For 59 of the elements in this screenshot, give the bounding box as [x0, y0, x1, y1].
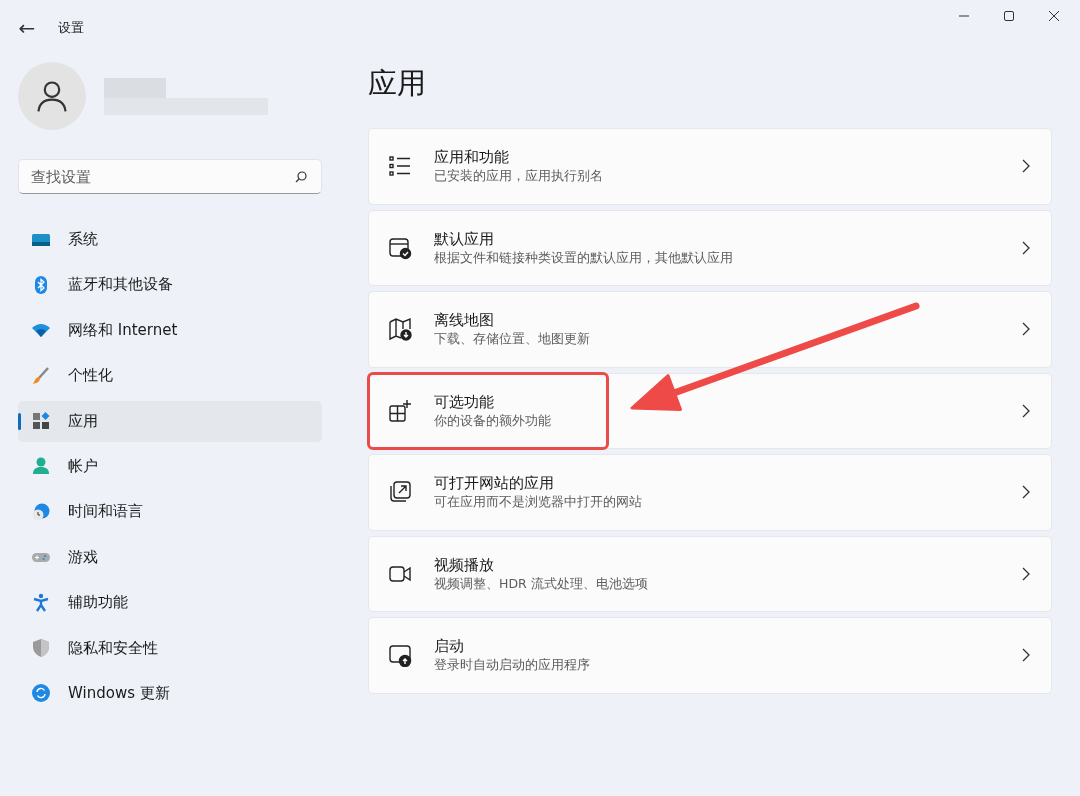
refresh-icon — [31, 683, 51, 704]
sidebar-item[interactable]: 游戏 — [18, 536, 322, 578]
settings-card[interactable]: 启动 登录时自动启动的应用程序 — [368, 617, 1052, 694]
search-icon — [294, 170, 308, 184]
settings-card[interactable]: 视频播放 视频调整、HDR 流式处理、电池选项 — [368, 535, 1052, 612]
sidebar-item[interactable]: 个性化 — [18, 355, 322, 397]
sidebar-item[interactable]: 隐私和安全性 — [18, 627, 322, 669]
chevron-right-icon — [1021, 648, 1031, 663]
settings-card[interactable]: 离线地图 下载、存储位置、地图更新 — [368, 291, 1052, 368]
globe-clock-icon — [31, 501, 51, 522]
card-title: 离线地图 — [434, 311, 495, 331]
chevron-right-icon — [1021, 403, 1031, 418]
card-subtitle: 视频调整、HDR 流式处理、电池选项 — [434, 574, 649, 593]
card-title: 默认应用 — [434, 229, 495, 249]
map-download-icon — [388, 317, 412, 342]
card-title: 启动 — [434, 637, 465, 657]
sidebar-item[interactable]: 辅助功能 — [18, 582, 322, 624]
window-title: 设置 — [58, 18, 84, 37]
sidebar-item[interactable]: 时间和语言 — [18, 491, 322, 533]
open-external-icon — [388, 480, 412, 505]
back-button[interactable]: ← — [12, 12, 42, 43]
card-subtitle: 登录时自动启动的应用程序 — [434, 656, 591, 675]
card-title: 可打开网站的应用 — [434, 474, 555, 494]
card-subtitle: 已安装的应用，应用执行别名 — [434, 167, 604, 186]
sidebar-item[interactable]: 应用 — [18, 400, 322, 442]
close-icon[interactable] — [1048, 10, 1060, 22]
card-subtitle: 下载、存储位置、地图更新 — [434, 330, 591, 349]
settings-card[interactable]: 可选功能 你的设备的额外功能 — [368, 372, 1052, 449]
card-subtitle: 根据文件和链接种类设置的默认应用，其他默认应用 — [434, 248, 734, 267]
chevron-right-icon — [1021, 322, 1031, 337]
card-title: 视频播放 — [434, 555, 495, 575]
apps-icon — [31, 411, 51, 432]
shield-icon — [31, 638, 51, 658]
chevron-right-icon — [1021, 485, 1031, 500]
person-icon — [31, 456, 51, 477]
brush-icon — [31, 365, 51, 386]
list-icon — [388, 154, 412, 179]
sidebar-item[interactable]: Windows 更新 — [18, 672, 322, 714]
window-check-icon — [388, 235, 412, 260]
search-field[interactable]: 查找设置 — [18, 159, 322, 194]
grid-plus-icon — [388, 398, 412, 423]
card-title: 应用和功能 — [434, 148, 510, 168]
chevron-right-icon — [1021, 159, 1031, 174]
settings-card[interactable]: 应用和功能 已安装的应用，应用执行别名 — [368, 128, 1052, 205]
settings-card[interactable]: 默认应用 根据文件和链接种类设置的默认应用，其他默认应用 — [368, 209, 1052, 286]
sidebar-item[interactable]: 蓝牙和其他设备 — [18, 264, 322, 306]
card-subtitle: 可在应用而不是浏览器中打开的网站 — [434, 493, 643, 512]
maximize-icon[interactable] — [1003, 10, 1015, 22]
card-title: 可选功能 — [434, 392, 495, 412]
sidebar-item[interactable]: 网络和 Internet — [18, 309, 322, 351]
page-title: 应用 — [368, 65, 427, 102]
card-subtitle: 你的设备的额外功能 — [434, 411, 552, 430]
accessibility-icon — [31, 592, 51, 613]
sidebar-item[interactable]: 帐户 — [18, 445, 322, 487]
chevron-right-icon — [1021, 240, 1031, 255]
sidebar-item[interactable]: 系统 — [18, 219, 322, 260]
chevron-right-icon — [1021, 566, 1031, 581]
window-upload-icon — [388, 643, 412, 668]
settings-card[interactable]: 可打开网站的应用 可在应用而不是浏览器中打开的网站 — [368, 454, 1052, 531]
